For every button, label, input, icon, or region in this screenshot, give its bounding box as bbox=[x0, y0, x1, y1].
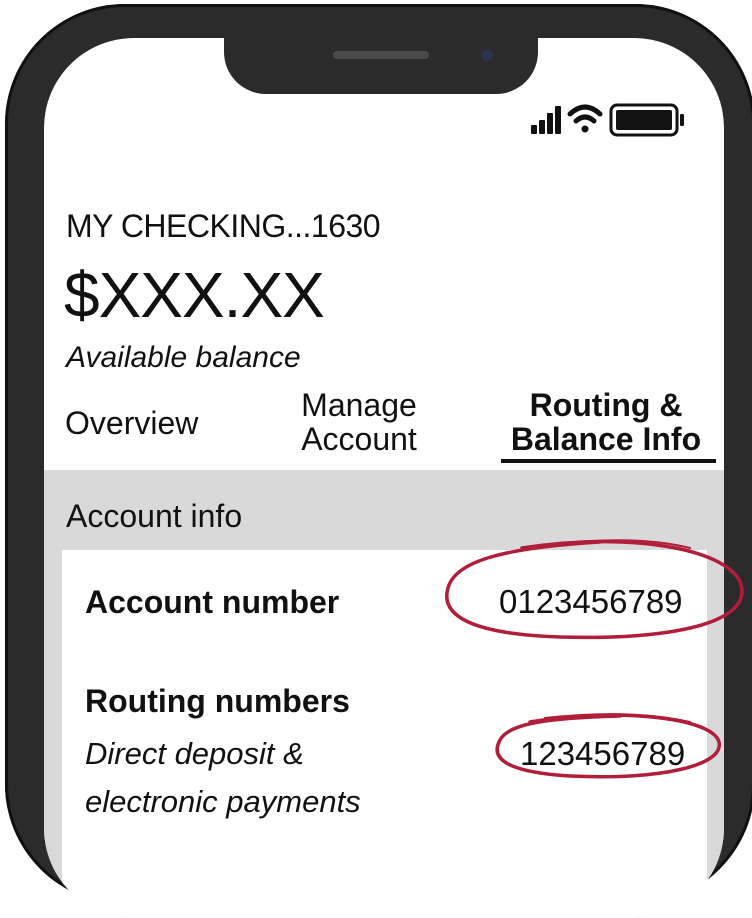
tab-overview-label: Overview bbox=[65, 405, 199, 441]
account-name: MY CHECKING...1630 bbox=[66, 208, 381, 244]
account-info-card: Account number 0123456789 Routing number… bbox=[62, 550, 707, 918]
front-camera bbox=[482, 50, 493, 61]
tab-routing-label-line2: Balance Info bbox=[510, 421, 702, 457]
tab-manage-label-line2: Account bbox=[301, 421, 417, 457]
speaker-grille bbox=[333, 51, 429, 59]
phone-screen: MY CHECKING...1630 $XXX.XX Available bal… bbox=[44, 38, 724, 918]
status-bar bbox=[529, 100, 709, 140]
balance-label: Available balance bbox=[66, 341, 301, 374]
wifi-icon bbox=[567, 104, 603, 133]
account-number-label: Account number bbox=[85, 584, 340, 620]
signal-bars-icon bbox=[531, 106, 561, 134]
battery-icon bbox=[609, 103, 684, 137]
tab-manage-label-line1: Manage bbox=[301, 387, 417, 423]
tab-routing-balance-info[interactable]: Routing & Balance Info bbox=[496, 387, 716, 463]
routing-description-line2: electronic payments bbox=[85, 784, 361, 819]
routing-description: Direct deposit & electronic payments bbox=[85, 730, 445, 826]
tab-overview[interactable]: Overview bbox=[65, 406, 198, 440]
routing-number-value: 123456789 bbox=[520, 735, 686, 772]
routing-numbers-label: Routing numbers bbox=[85, 683, 350, 719]
balance-amount: $XXX.XX bbox=[64, 259, 325, 331]
routing-description-line1: Direct deposit & bbox=[85, 736, 304, 771]
notch bbox=[224, 38, 538, 94]
section-title: Account info bbox=[66, 498, 243, 534]
tab-routing-label-line1: Routing & bbox=[529, 387, 683, 423]
account-info-panel: Account info Account number 0123456789 R… bbox=[44, 470, 724, 918]
active-tab-underline bbox=[501, 459, 716, 463]
tab-manage-account[interactable]: Manage Account bbox=[284, 388, 434, 456]
account-number-value: 0123456789 bbox=[499, 583, 683, 620]
phone-frame: MY CHECKING...1630 $XXX.XX Available bal… bbox=[5, 4, 752, 918]
